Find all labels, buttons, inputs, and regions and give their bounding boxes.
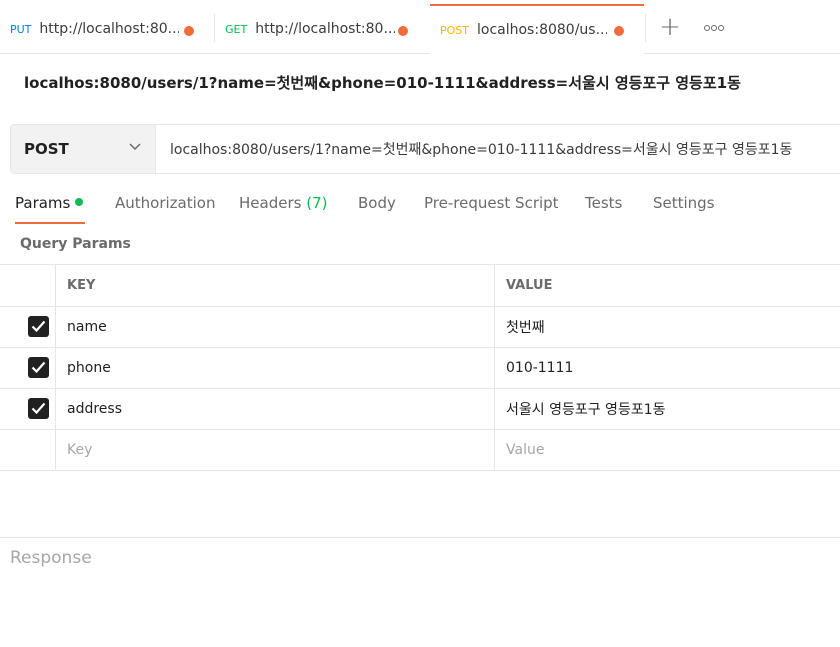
table-row: name 첫번째 (0, 307, 840, 348)
checkmark-icon (31, 320, 46, 333)
param-value-cell[interactable]: 첫번째 (495, 307, 840, 347)
url-input[interactable] (156, 125, 840, 173)
new-param-key-input[interactable]: Key (56, 430, 495, 470)
param-value-cell[interactable]: 서울시 영등포구 영등포1동 (495, 389, 840, 429)
table-row: address 서울시 영등포구 영등포1동 (0, 389, 840, 430)
query-params-heading: Query Params (20, 236, 131, 252)
method-dropdown[interactable]: POST (11, 125, 156, 173)
chevron-down-icon (129, 143, 141, 151)
unsaved-dot-icon (398, 26, 408, 36)
param-key-cell[interactable]: phone (56, 348, 495, 388)
query-params-table: KEY VALUE name 첫번째 phone 010-1111 addres… (0, 264, 840, 471)
checkmark-icon (31, 402, 46, 415)
column-header-key: KEY (56, 265, 495, 306)
tab-settings-label: Settings (653, 194, 715, 212)
request-subtabs: Params Authorization Headers (7) Body Pr… (0, 186, 840, 224)
unsaved-dot-icon (184, 26, 194, 36)
tab-prerequest-label: Pre-request Script (424, 194, 559, 212)
param-enabled-checkbox[interactable] (28, 316, 49, 337)
tab-authorization-label: Authorization (115, 194, 216, 212)
unsaved-dot-icon (614, 26, 624, 36)
row-check-cell (0, 430, 56, 470)
more-tabs-icon[interactable] (704, 20, 724, 36)
param-key-cell[interactable]: address (56, 389, 495, 429)
new-tab-plus-icon[interactable]: + (656, 14, 684, 42)
tab-title: localhos:8080/us... (477, 22, 607, 38)
row-check-cell (0, 307, 56, 347)
checkmark-icon (31, 361, 46, 374)
tab-body-label: Body (358, 194, 396, 212)
method-dropdown-value: POST (24, 140, 69, 158)
tab-headers-label: Headers (239, 194, 302, 212)
response-heading: Response (10, 548, 92, 568)
request-tab-get[interactable]: GET http://localhost:80... (215, 4, 429, 54)
tab-settings[interactable]: Settings (653, 186, 715, 224)
row-check-cell (0, 348, 56, 388)
request-name-title[interactable]: localhos:8080/users/1?name=첫번째&phone=010… (24, 72, 741, 93)
new-param-value-input[interactable]: Value (495, 430, 840, 470)
tab-authorization[interactable]: Authorization (115, 186, 215, 224)
url-bar: POST (10, 124, 840, 174)
row-check-cell (0, 389, 56, 429)
table-header-row: KEY VALUE (0, 265, 840, 307)
param-enabled-checkbox[interactable] (28, 357, 49, 378)
response-divider[interactable] (0, 537, 840, 538)
tab-params-label: Params (15, 194, 71, 212)
active-params-dot-icon (75, 198, 84, 206)
header-check-cell (0, 265, 56, 306)
tab-headers[interactable]: Headers (7) (239, 186, 327, 224)
table-row: phone 010-1111 (0, 348, 840, 389)
tab-title: http://localhost:80... (39, 21, 180, 37)
tab-method-label: POST (440, 23, 469, 37)
tab-body[interactable]: Body (358, 186, 396, 224)
table-row-new: Key Value (0, 430, 840, 471)
request-tab-bar: PUT http://localhost:80... GET http://lo… (0, 0, 840, 54)
request-tab-post[interactable]: POST localhos:8080/us... (430, 4, 644, 54)
request-tab-put[interactable]: PUT http://localhost:80... (0, 4, 214, 54)
headers-count-badge: (7) (306, 194, 328, 212)
param-enabled-checkbox[interactable] (28, 398, 49, 419)
tab-prerequest-script[interactable]: Pre-request Script (424, 186, 559, 224)
tab-method-label: GET (225, 22, 248, 36)
tab-tests-label: Tests (585, 194, 623, 212)
tab-title: http://localhost:80... (255, 21, 396, 37)
tab-divider (645, 14, 646, 42)
tab-method-label: PUT (10, 22, 32, 36)
tab-params[interactable]: Params (15, 186, 85, 224)
tab-tests[interactable]: Tests (585, 186, 622, 224)
param-value-cell[interactable]: 010-1111 (495, 348, 840, 388)
param-key-cell[interactable]: name (56, 307, 495, 347)
column-header-value: VALUE (506, 278, 553, 293)
